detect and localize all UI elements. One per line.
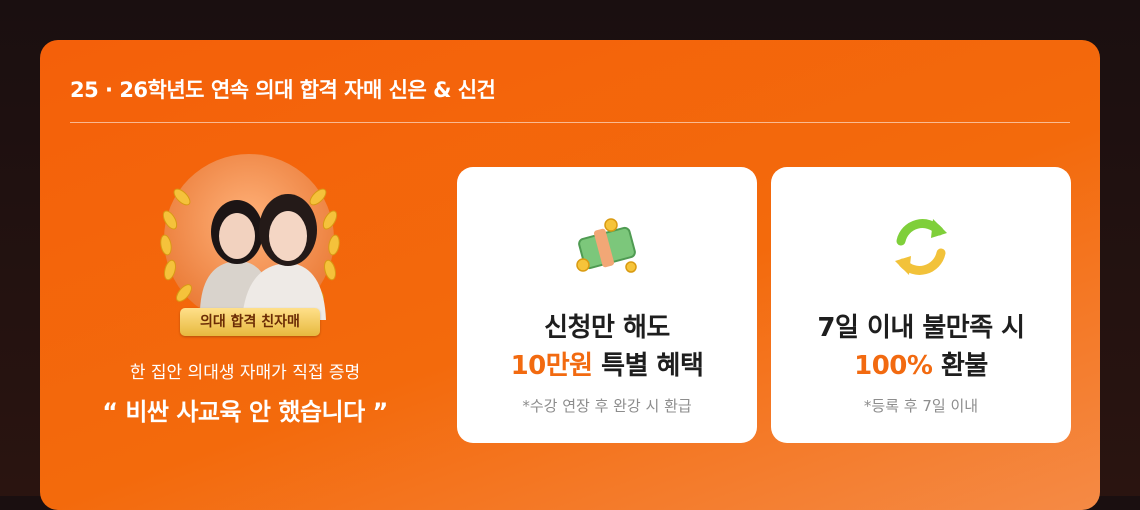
testimonial-subtitle: 한 집안 의대생 자매가 직접 증명 — [129, 363, 361, 383]
card-highlight: 10만원 — [510, 351, 594, 381]
sisters-badge: 의대 합격 친자매 — [150, 150, 350, 336]
refund-card[interactable]: 7일 이내 불만족 시 100% 환불 *등록 후 7일 이내 — [771, 167, 1071, 443]
card-note: *수강 연장 후 완강 시 환급 — [522, 397, 692, 415]
card-title: 7일 이내 불만족 시 — [817, 313, 1025, 343]
sisters-photo — [200, 194, 326, 320]
card-subtitle: 100% 환불 — [771, 345, 1071, 382]
card-highlight: 100% — [854, 351, 933, 381]
card-subtitle: 10만원 특별 혜택 — [457, 345, 757, 382]
testimonial-quote: “ 비싼 사교육 안 했습니다 ” — [102, 398, 388, 426]
card-subtitle-rest: 특별 혜택 — [592, 351, 704, 381]
card-title: 신청만 해도 — [544, 313, 670, 343]
promo-panel: 25 · 26학년도 연속 의대 합격 자매 신은 & 신건 의대 합격 친자매… — [40, 40, 1100, 510]
divider — [70, 122, 1070, 123]
badge-label: 의대 합격 친자매 — [180, 308, 320, 336]
page-title: 25 · 26학년도 연속 의대 합격 자매 신은 & 신건 — [70, 78, 496, 102]
money-icon — [576, 218, 637, 273]
benefit-card[interactable]: 신청만 해도 10만원 특별 혜택 *수강 연장 후 완강 시 환급 — [457, 167, 757, 443]
card-note: *등록 후 7일 이내 — [863, 397, 979, 415]
refresh-icon — [895, 219, 947, 275]
card-subtitle-rest: 환불 — [932, 351, 988, 381]
